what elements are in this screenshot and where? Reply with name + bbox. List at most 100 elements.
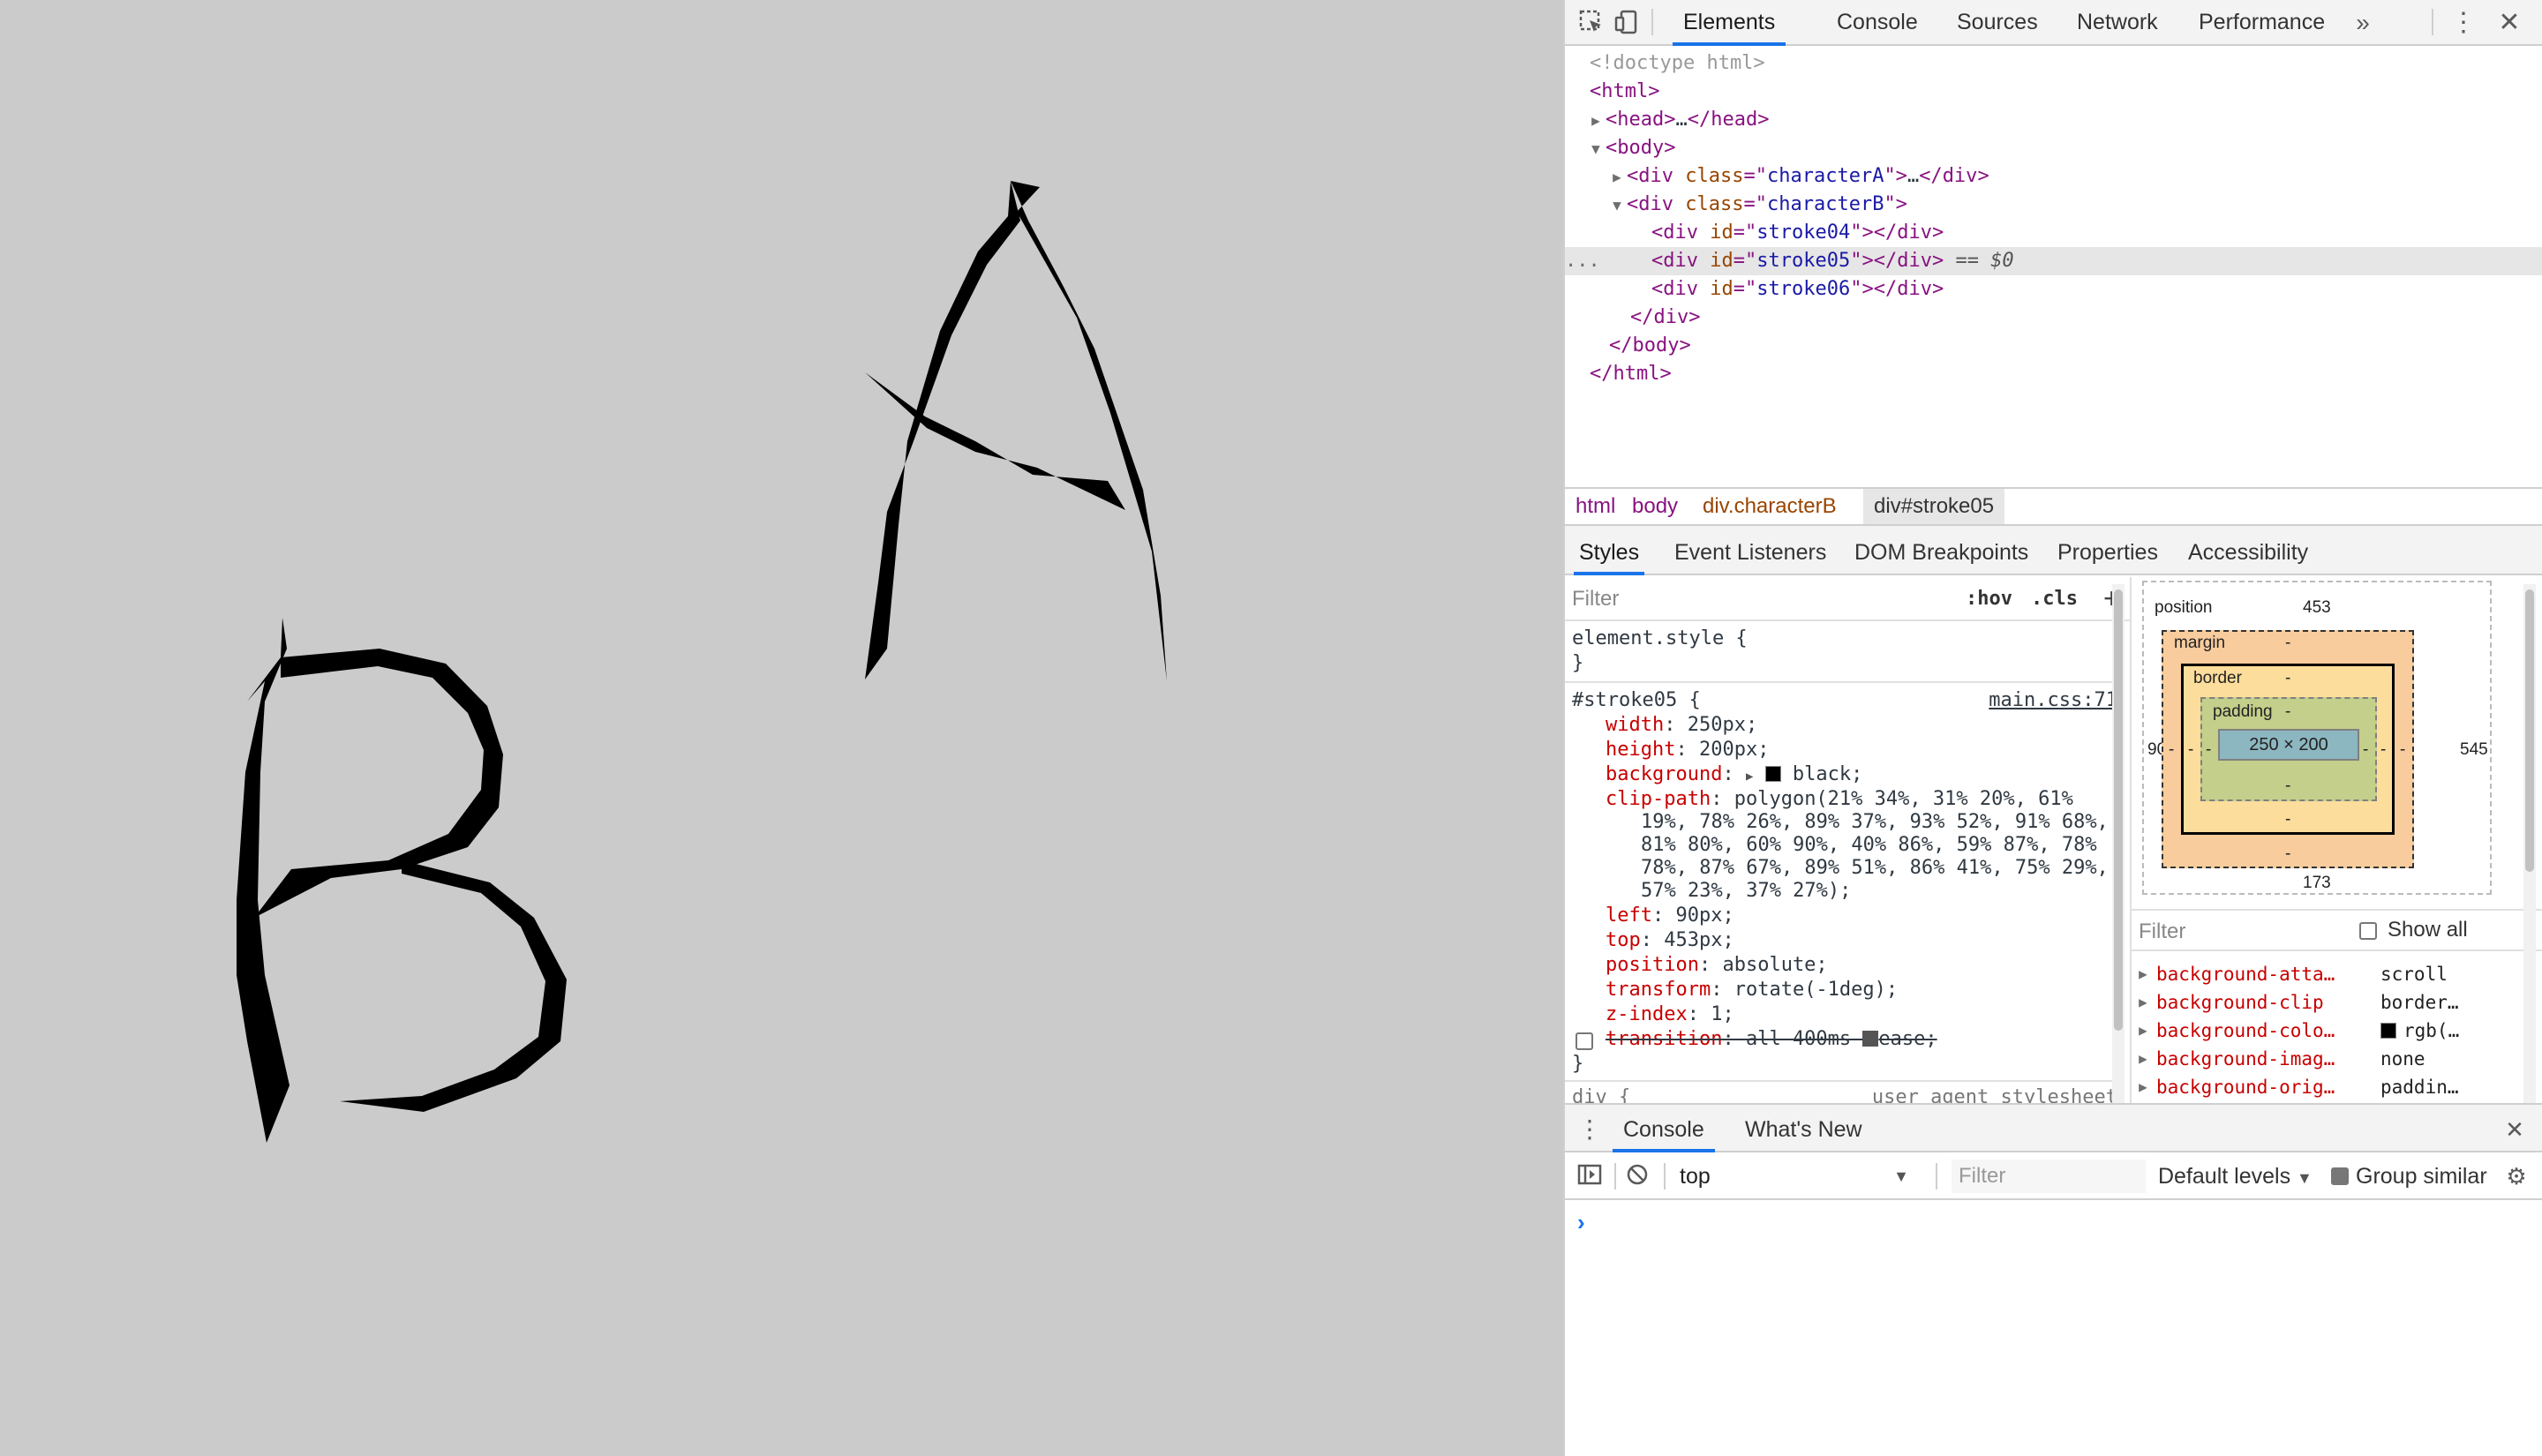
prop-value[interactable]: polygon(21% 34%, 31% 20%, 61%	[1734, 788, 2073, 810]
computed-filter-input[interactable]	[2139, 918, 2333, 946]
expand-triangle-icon[interactable]: ▶	[1586, 107, 1606, 135]
element-style-selector[interactable]: element.style {	[1572, 627, 1748, 651]
expand-triangle-icon[interactable]: ▶	[2133, 1073, 2153, 1101]
tab-performance[interactable]: Performance	[2199, 0, 2325, 46]
tab-event-listeners[interactable]: Event Listeners	[1674, 526, 1826, 575]
row-menu-icon[interactable]: ...	[1565, 247, 1600, 275]
inspect-element-icon[interactable]	[1577, 9, 1606, 37]
css-prop-clip-path-cont[interactable]: 19%, 78% 26%, 89% 37%, 93% 52%, 91% 68%,	[1641, 810, 2109, 835]
box-position-bottom[interactable]: 173	[2303, 874, 2331, 893]
prop-value[interactable]: absolute;	[1722, 954, 1827, 976]
prop-value[interactable]: 81% 80%, 60% 90%, 40% 86%, 59% 87%, 78%	[1641, 834, 2097, 856]
breadcrumb-stroke05[interactable]: div#stroke05	[1863, 489, 2005, 524]
breadcrumb-character-b[interactable]: div.characterB	[1692, 489, 1847, 524]
dom-node-character-b[interactable]: ▼ <div class="characterB">	[1565, 191, 2542, 219]
kebab-menu-icon[interactable]: ⋮	[2449, 9, 2478, 37]
dom-node-body-close[interactable]: </body>	[1565, 332, 2542, 360]
prop-value[interactable]: 200px;	[1699, 739, 1769, 761]
ua-rule-selector[interactable]: div {	[1572, 1085, 1630, 1103]
prop-value[interactable]: 1;	[1711, 1003, 1734, 1025]
property-enable-checkbox[interactable]	[1576, 1032, 1593, 1050]
dom-node-stroke05[interactable]: ... <div id="stroke05"></div> == $0	[1565, 247, 2542, 275]
dom-node-character-a[interactable]: ▶ <div class="characterA">…</div>	[1565, 162, 2542, 191]
computed-row[interactable]: ▶ background-atta… scroll	[2130, 960, 2542, 988]
expand-triangle-icon[interactable]: ▶	[1607, 163, 1627, 191]
box-border-value[interactable]: -	[2285, 669, 2290, 688]
prop-value[interactable]: rotate(-1deg);	[1734, 979, 1898, 1001]
dom-node-doctype[interactable]: <!doctype html>	[1565, 49, 2542, 78]
cls-toggle[interactable]: .cls	[2031, 588, 2078, 610]
box-margin-value[interactable]: -	[2400, 740, 2405, 760]
color-swatch[interactable]	[2380, 1023, 2396, 1039]
group-similar-checkbox[interactable]	[2331, 1167, 2349, 1185]
dom-node-stroke04[interactable]: <div id="stroke04"></div>	[1565, 219, 2542, 247]
tab-styles[interactable]: Styles	[1574, 526, 1645, 575]
color-swatch[interactable]	[1764, 766, 1781, 782]
tab-network[interactable]: Network	[2077, 0, 2158, 46]
css-prop-background[interactable]: background: ▶ black;	[1606, 762, 1862, 787]
prop-value[interactable]: 57% 23%, 37% 27%);	[1641, 880, 1851, 902]
css-prop-clip-path-cont[interactable]: 78%, 87% 67%, 89% 51%, 86% 41%, 75% 29%,	[1641, 856, 2109, 881]
css-prop-width[interactable]: width: 250px;	[1606, 713, 1757, 738]
box-padding-value[interactable]: -	[2285, 777, 2290, 796]
close-icon[interactable]: ✕	[2495, 9, 2523, 37]
css-prop-clip-path[interactable]: clip-path: polygon(21% 34%, 31% 20%, 61%	[1606, 787, 2073, 812]
box-margin-value[interactable]: -	[2169, 740, 2174, 760]
breadcrumb-html[interactable]: html	[1565, 489, 1626, 524]
box-margin-value[interactable]: -	[2285, 844, 2290, 864]
clear-console-icon[interactable]	[1623, 1162, 1651, 1190]
box-padding-value[interactable]: -	[2206, 740, 2211, 760]
box-content-size[interactable]: 250 × 200	[2218, 729, 2359, 761]
prop-value[interactable]: 250px;	[1688, 714, 1757, 736]
css-prop-height[interactable]: height: 200px;	[1606, 738, 1769, 762]
css-prop-position[interactable]: position: absolute;	[1606, 953, 1828, 978]
collapse-triangle-icon[interactable]: ▼	[1586, 135, 1606, 163]
show-all-label[interactable]: Show all	[2388, 918, 2468, 942]
tab-console[interactable]: Console	[1837, 0, 1918, 46]
dom-node-div-close[interactable]: </div>	[1565, 304, 2542, 332]
computed-row[interactable]: ▶ background-imag… none	[2130, 1045, 2542, 1073]
tab-sources[interactable]: Sources	[1957, 0, 2038, 46]
gear-icon[interactable]: ⚙	[2502, 1162, 2531, 1190]
css-prop-clip-path-cont[interactable]: 81% 80%, 60% 90%, 40% 86%, 59% 87%, 78%	[1641, 833, 2097, 858]
console-filter-input[interactable]	[1952, 1160, 2146, 1193]
box-border-value[interactable]: -	[2380, 740, 2386, 760]
easing-editor-icon[interactable]	[1862, 1031, 1879, 1047]
prop-value[interactable]: 90px;	[1675, 904, 1734, 927]
tab-properties[interactable]: Properties	[2057, 526, 2158, 575]
drawer-menu-icon[interactable]: ⋮	[1576, 1115, 1604, 1144]
expand-triangle-icon[interactable]: ▶	[2133, 988, 2153, 1017]
box-margin-value[interactable]: -	[2285, 634, 2290, 653]
tab-elements[interactable]: Elements	[1673, 0, 1786, 46]
dom-node-stroke06[interactable]: <div id="stroke06"></div>	[1565, 275, 2542, 304]
source-link[interactable]: main.css:71	[1989, 688, 2117, 713]
css-prop-top[interactable]: top: 453px;	[1606, 928, 1734, 953]
expand-triangle-icon[interactable]: ▶	[2133, 1045, 2153, 1073]
collapse-triangle-icon[interactable]: ▼	[1607, 191, 1627, 220]
device-toggle-icon[interactable]	[1613, 9, 1641, 37]
close-drawer-icon[interactable]: ✕	[2501, 1115, 2529, 1144]
dom-node-head[interactable]: ▶ <head>…</head>	[1565, 106, 2542, 134]
css-prop-left[interactable]: left: 90px;	[1606, 904, 1734, 928]
group-similar-label[interactable]: Group similar	[2356, 1160, 2487, 1193]
box-padding-value[interactable]: -	[2285, 702, 2290, 722]
computed-row[interactable]: ▶ background-orig… paddin…	[2130, 1073, 2542, 1101]
expand-triangle-icon[interactable]: ▶	[2133, 1017, 2153, 1045]
box-padding-value[interactable]: -	[2363, 740, 2368, 760]
dom-node-body[interactable]: ▼ <body>	[1565, 134, 2542, 162]
tab-dom-breakpoints[interactable]: DOM Breakpoints	[1854, 526, 2028, 575]
chevrons-right-icon[interactable]: »	[2349, 9, 2377, 37]
drawer-tab-console[interactable]: Console	[1613, 1105, 1715, 1152]
prop-value[interactable]: black;	[1793, 763, 1862, 785]
log-levels-dropdown[interactable]: Default levels ▼	[2158, 1160, 2313, 1193]
computed-scrollbar[interactable]	[2523, 584, 2536, 1103]
breadcrumb-body[interactable]: body	[1621, 489, 1688, 524]
computed-row[interactable]: ▶ background-clip border…	[2130, 988, 2542, 1017]
show-all-checkbox[interactable]	[2359, 922, 2377, 940]
prop-value[interactable]: 19%, 78% 26%, 89% 37%, 93% 52%, 91% 68%,	[1641, 811, 2109, 833]
context-selector[interactable]: top ▼	[1680, 1160, 1916, 1193]
prop-value[interactable]: 453px;	[1664, 929, 1734, 951]
expand-triangle-icon[interactable]: ▶	[1746, 769, 1753, 784]
box-position-top[interactable]: 453	[2303, 598, 2331, 618]
styles-scrollbar[interactable]	[2112, 584, 2125, 1103]
